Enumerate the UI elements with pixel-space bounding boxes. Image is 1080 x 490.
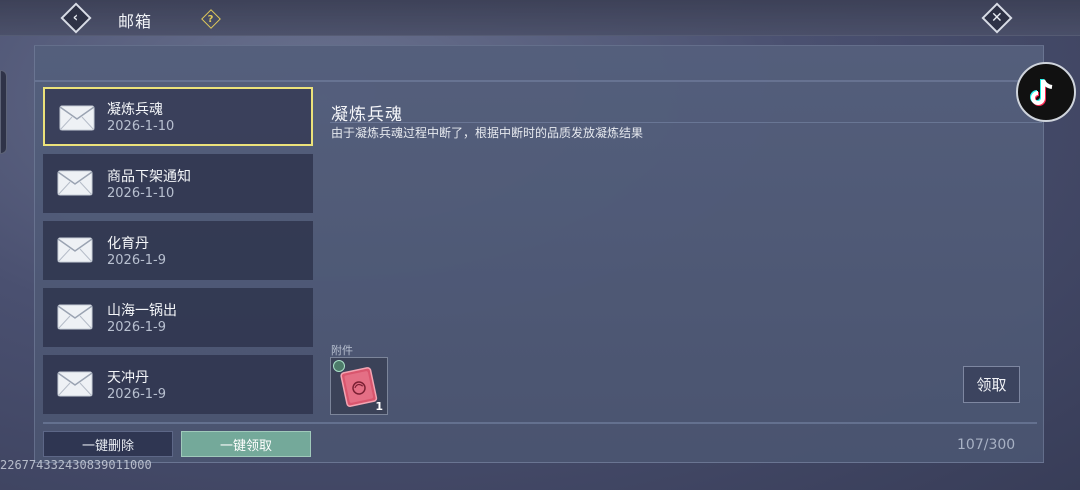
claim-all-button[interactable]: 一键领取 — [181, 431, 311, 457]
mail-date: 2026-1-10 — [107, 119, 175, 134]
claim-button[interactable]: 领取 — [963, 366, 1020, 403]
divider — [35, 80, 1043, 82]
envelope-icon — [57, 237, 93, 263]
player-id: 226774332430839011000 — [0, 458, 152, 472]
mail-detail-body: 由于凝炼兵魂过程中断了，根据中断时的品质发放凝炼结果 — [331, 126, 644, 140]
mail-title: 化育丹 — [107, 236, 149, 252]
mail-item[interactable]: 天冲丹 2026-1-9 — [43, 355, 313, 414]
attachment-item[interactable]: 1 — [330, 357, 388, 415]
mail-list: 凝炼兵魂 2026-1-10 商品下架通知 2026-1-10 化育丹 2026… — [43, 87, 313, 422]
mail-panel: 凝炼兵魂 2026-1-10 商品下架通知 2026-1-10 化育丹 2026… — [34, 45, 1044, 463]
attachment-label: 附件 — [331, 344, 353, 357]
delete-all-button[interactable]: 一键删除 — [43, 431, 173, 457]
close-icon: ✕ — [981, 2, 1013, 34]
badge-icon — [333, 360, 345, 372]
music-note-icon — [1030, 79, 1053, 106]
attachment-count: 1 — [375, 400, 383, 413]
mail-date: 2026-1-9 — [107, 387, 167, 402]
mail-title: 商品下架通知 — [107, 169, 191, 185]
mail-item[interactable]: 山海一锅出 2026-1-9 — [43, 288, 313, 347]
mail-item[interactable]: 凝炼兵魂 2026-1-10 — [43, 87, 313, 146]
envelope-icon — [57, 304, 93, 330]
mail-title: 天冲丹 — [107, 370, 149, 386]
mail-date: 2026-1-10 — [107, 186, 175, 201]
mail-item[interactable]: 化育丹 2026-1-9 — [43, 221, 313, 280]
mail-title: 山海一锅出 — [107, 303, 177, 319]
envelope-icon — [57, 170, 93, 196]
mail-date: 2026-1-9 — [107, 253, 167, 268]
mail-title: 凝炼兵魂 — [107, 102, 163, 118]
envelope-icon — [59, 105, 95, 131]
chevron-left-icon: ‹ — [60, 2, 92, 34]
tiktok-logo-icon[interactable] — [1016, 62, 1076, 122]
side-drawer-tab[interactable] — [0, 70, 7, 154]
divider — [43, 422, 1037, 424]
envelope-icon — [57, 371, 93, 397]
question-icon: ? — [201, 9, 221, 29]
top-bar: ‹ 邮箱 ? ✕ — [0, 0, 1080, 36]
mail-date: 2026-1-9 — [107, 320, 167, 335]
mail-count: 107/300 — [957, 437, 1016, 453]
close-button[interactable]: ✕ — [980, 2, 1014, 34]
page-title: 邮箱 — [118, 12, 153, 31]
help-button[interactable]: ? — [201, 9, 221, 29]
mail-item[interactable]: 商品下架通知 2026-1-10 — [43, 154, 313, 213]
divider — [330, 122, 1042, 123]
back-button[interactable]: ‹ — [60, 2, 92, 34]
